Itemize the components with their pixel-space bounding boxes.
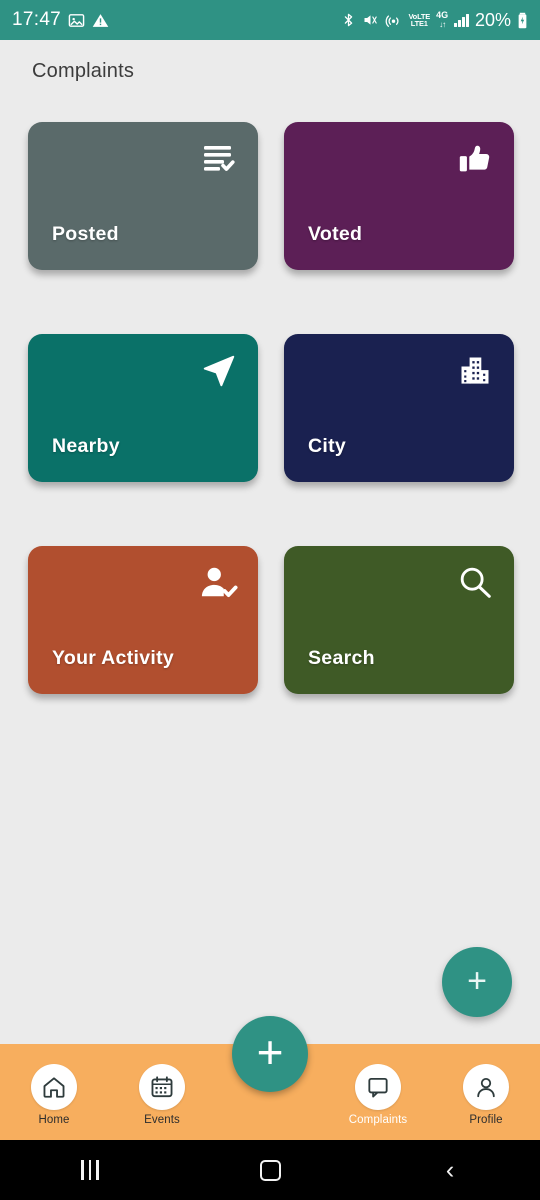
thumbs-up-icon (454, 138, 496, 180)
card-label: Nearby (52, 435, 120, 457)
nav-label: Events (144, 1114, 180, 1126)
card-posted[interactable]: Posted (28, 122, 258, 270)
signal-bars-icon (454, 13, 469, 27)
back-glyph: ‹ (445, 1155, 455, 1184)
back-chevron-icon[interactable]: ‹ (410, 1150, 490, 1190)
volume-mute-icon (362, 12, 379, 28)
status-bar-clock: 17:47 (12, 9, 62, 30)
battery-charging-icon (517, 12, 528, 29)
plus-icon: + (467, 961, 487, 1000)
nav-item-profile[interactable]: Profile (432, 1058, 540, 1126)
network-type-indicator: 4G ↓↑ (436, 10, 448, 29)
bluetooth-icon (341, 12, 356, 28)
buildings-icon (454, 350, 496, 392)
card-your-activity[interactable]: Your Activity (28, 546, 258, 694)
magnifier-icon (454, 562, 496, 604)
add-complaint-fab-secondary[interactable]: + (442, 947, 512, 1017)
status-bar-right: VoLTE LTE1 4G ↓↑ 20% (341, 10, 528, 31)
plus-icon: + (256, 1025, 284, 1078)
status-bar-left: 17:47 (12, 9, 109, 31)
card-label: Search (308, 647, 375, 669)
add-complaint-fab-center[interactable]: + (232, 1016, 308, 1092)
nav-label: Profile (469, 1114, 503, 1126)
card-voted[interactable]: Voted (284, 122, 514, 270)
person-icon (463, 1064, 509, 1110)
card-city[interactable]: City (284, 334, 514, 482)
phone-screen: 17:47 VoLTE LTE1 4G ↓↑ 20% Complaints Po… (0, 0, 540, 1200)
card-label: City (308, 435, 347, 457)
nav-label: Complaints (348, 1114, 408, 1126)
hotspot-icon (385, 12, 402, 29)
card-label: Posted (52, 223, 119, 245)
nav-item-home[interactable]: Home (0, 1058, 108, 1126)
recents-icon[interactable] (50, 1150, 130, 1190)
android-system-navigation: ‹ (0, 1140, 540, 1200)
page-title: Complaints (32, 60, 135, 82)
card-search[interactable]: Search (284, 546, 514, 694)
complaints-card-grid: Posted Voted Nearby City Your Activity S… (28, 122, 514, 694)
card-label: Your Activity (52, 647, 175, 669)
card-label: Voted (308, 223, 363, 245)
warning-icon (92, 12, 109, 29)
image-icon (68, 12, 85, 29)
volte-indicator: VoLTE LTE1 (408, 12, 430, 28)
list-check-icon (198, 138, 240, 180)
home-square-icon[interactable] (230, 1150, 310, 1190)
nav-label: Home (38, 1114, 70, 1126)
nav-item-complaints[interactable]: Complaints (324, 1058, 432, 1126)
person-check-icon (198, 562, 240, 604)
chat-bubble-icon (355, 1064, 401, 1110)
battery-percent-label: 20% (474, 9, 511, 30)
status-bar: 17:47 VoLTE LTE1 4G ↓↑ 20% (0, 0, 540, 40)
volte-bottom-label: LTE1 (410, 19, 428, 28)
data-arrows-label: ↓↑ (439, 19, 446, 29)
home-icon (31, 1064, 77, 1110)
navigation-arrow-icon (198, 350, 240, 392)
nav-item-events[interactable]: Events (108, 1058, 216, 1126)
calendar-icon (139, 1064, 185, 1110)
card-nearby[interactable]: Nearby (28, 334, 258, 482)
